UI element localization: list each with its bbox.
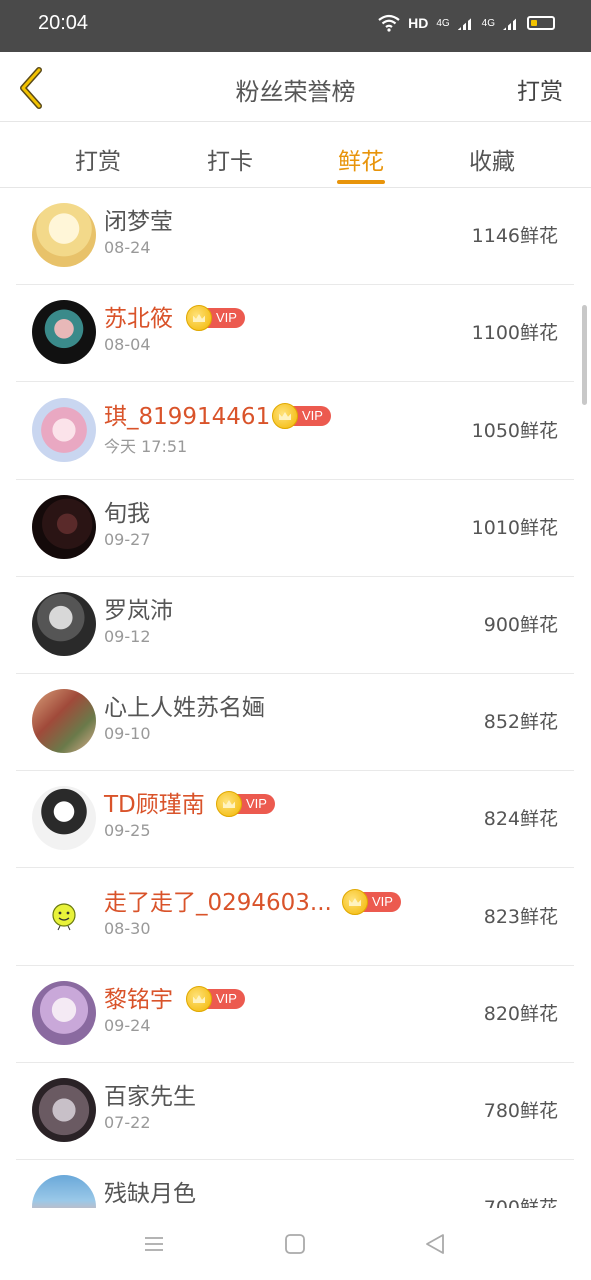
status-time: 20:04 bbox=[38, 12, 89, 34]
status-bar: 20:04 HD 4G 4G bbox=[0, 0, 591, 52]
flower-count: 824鲜花 bbox=[483, 808, 558, 830]
sim2-label: 4G bbox=[481, 17, 495, 29]
tab-favorites[interactable]: 收藏 bbox=[452, 142, 532, 176]
fan-name: 旬我 bbox=[104, 501, 150, 527]
flower-count: 900鲜花 bbox=[483, 614, 558, 636]
home-square-icon[interactable] bbox=[283, 1232, 307, 1256]
fan-date: 07-22 bbox=[104, 1113, 151, 1132]
avatar[interactable] bbox=[32, 884, 96, 948]
vip-badge: VIP bbox=[186, 986, 245, 1012]
sim1-label: 4G bbox=[436, 17, 450, 29]
avatar[interactable] bbox=[32, 981, 96, 1045]
battery-icon bbox=[527, 16, 555, 30]
fan-date: 08-24 bbox=[104, 238, 151, 257]
smiley-icon bbox=[52, 903, 76, 931]
status-icons: HD 4G 4G bbox=[378, 14, 555, 32]
fan-date: 09-24 bbox=[104, 1016, 151, 1035]
tab-label: 收藏 bbox=[469, 149, 515, 175]
system-nav-bar bbox=[0, 1208, 591, 1280]
list-item[interactable]: 百家先生 07-22 780鲜花 bbox=[16, 1063, 574, 1160]
crown-icon bbox=[216, 791, 242, 817]
fan-name: 闭梦莹 bbox=[104, 209, 173, 235]
flower-count: 823鲜花 bbox=[483, 906, 558, 928]
network-hd-label: HD bbox=[408, 15, 429, 31]
signal-icon-1 bbox=[457, 16, 474, 30]
tab-label: 打赏 bbox=[75, 149, 121, 175]
fan-name: 琪_819914461 bbox=[104, 404, 271, 430]
signal-icon-2 bbox=[503, 16, 519, 30]
fan-name: 走了走了_0294603... bbox=[104, 890, 332, 916]
list-item[interactable]: 旬我 09-27 1010鲜花 bbox=[16, 480, 574, 577]
list-item[interactable]: 罗岚沛 09-12 900鲜花 bbox=[16, 577, 574, 674]
list-item[interactable]: 苏北筱 VIP 08-04 1100鲜花 bbox=[16, 285, 574, 382]
vip-badge: VIP bbox=[216, 791, 275, 817]
fan-name: 百家先生 bbox=[104, 1084, 196, 1110]
fan-date: 09-27 bbox=[104, 530, 151, 549]
fan-date: 09-12 bbox=[104, 627, 151, 646]
flower-count: 780鲜花 bbox=[483, 1100, 558, 1122]
tab-flowers[interactable]: 鲜花 bbox=[321, 142, 401, 184]
list-item[interactable]: 琪_819914461 VIP 今天 17:51 1050鲜花 bbox=[16, 383, 574, 480]
avatar[interactable] bbox=[32, 1078, 96, 1142]
tab-label: 鲜花 bbox=[338, 149, 384, 175]
flower-count: 852鲜花 bbox=[483, 711, 558, 733]
fan-name: 苏北筱 bbox=[104, 306, 173, 332]
avatar[interactable] bbox=[32, 398, 96, 462]
list-item[interactable]: 心上人姓苏名婳 09-10 852鲜花 bbox=[16, 674, 574, 771]
fan-date: 今天 17:51 bbox=[104, 437, 188, 456]
avatar[interactable] bbox=[32, 786, 96, 850]
fan-name: 心上人姓苏名婳 bbox=[104, 695, 265, 721]
vip-badge: VIP bbox=[342, 889, 401, 915]
flower-count: 1050鲜花 bbox=[471, 420, 558, 442]
tab-active-indicator bbox=[337, 180, 385, 184]
vip-badge: VIP bbox=[186, 305, 245, 331]
header: 粉丝荣誉榜 打赏 bbox=[0, 52, 591, 122]
reward-button[interactable]: 打赏 bbox=[517, 72, 563, 106]
vip-badge: VIP bbox=[272, 403, 331, 429]
fan-name: 黎铭宇 bbox=[104, 987, 173, 1013]
avatar[interactable] bbox=[32, 495, 96, 559]
wifi-icon bbox=[378, 14, 400, 32]
avatar[interactable] bbox=[32, 300, 96, 364]
fan-date: 09-10 bbox=[104, 724, 151, 743]
crown-icon bbox=[272, 403, 298, 429]
list-item[interactable]: 走了走了_0294603... VIP 08-30 823鲜花 bbox=[16, 869, 574, 966]
flower-count: 1146鲜花 bbox=[471, 225, 558, 247]
fan-date: 08-04 bbox=[104, 335, 151, 354]
tab-bar: 打赏 打卡 鲜花 收藏 bbox=[0, 122, 591, 188]
menu-icon[interactable] bbox=[142, 1232, 166, 1256]
avatar[interactable] bbox=[32, 689, 96, 753]
flower-count: 1010鲜花 bbox=[471, 517, 558, 539]
list-item[interactable]: 黎铭宇 VIP 09-24 820鲜花 bbox=[16, 966, 574, 1063]
avatar[interactable] bbox=[32, 592, 96, 656]
flower-count: 1100鲜花 bbox=[471, 322, 558, 344]
list-item[interactable]: 闭梦莹 08-24 1146鲜花 bbox=[16, 188, 574, 285]
crown-icon bbox=[186, 986, 212, 1012]
page-title: 粉丝荣誉榜 bbox=[235, 78, 356, 106]
fan-name: 残缺月色 bbox=[104, 1181, 196, 1207]
tab-label: 打卡 bbox=[207, 149, 253, 175]
tab-checkin[interactable]: 打卡 bbox=[190, 142, 270, 176]
tab-reward[interactable]: 打赏 bbox=[58, 142, 138, 176]
back-triangle-icon[interactable] bbox=[423, 1232, 447, 1256]
list-item[interactable]: TD顾瑾南 VIP 09-25 824鲜花 bbox=[16, 771, 574, 868]
fan-name: 罗岚沛 bbox=[104, 598, 173, 624]
crown-icon bbox=[342, 889, 368, 915]
fan-date: 08-30 bbox=[104, 919, 151, 938]
fan-name: TD顾瑾南 bbox=[104, 792, 205, 818]
fan-date: 09-25 bbox=[104, 821, 151, 840]
flower-count: 820鲜花 bbox=[483, 1003, 558, 1025]
avatar[interactable] bbox=[32, 203, 96, 267]
crown-icon bbox=[186, 305, 212, 331]
scrollbar[interactable] bbox=[582, 305, 587, 405]
